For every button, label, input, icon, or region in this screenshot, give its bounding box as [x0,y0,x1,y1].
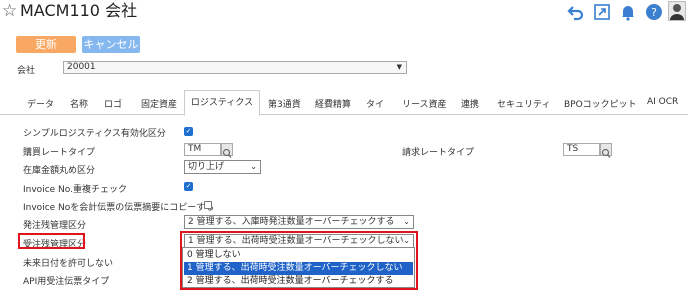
billing-rate-input[interactable]: TS [563,143,600,156]
tab-bpo-cockpit[interactable]: BPOコックピット [564,97,637,110]
api-order-type-label: API用受注伝票タイプ [23,277,110,287]
tab-bar: データ 名称 ロゴ 固定資産 第3通貨 経費精算 タイ リース資産 連携 セキュ… [0,91,688,115]
header: ☆ MACM110 会社 ? [0,0,688,26]
so-balance-label-highlight [18,233,85,249]
bell-icon[interactable] [619,3,637,21]
tab-security[interactable]: セキュリティ [497,97,550,110]
search-icon[interactable] [600,143,612,158]
invoice-dup-checkbox[interactable]: ✓ [184,182,193,191]
simple-logistics-checkbox[interactable]: ✓ [184,127,193,136]
update-button[interactable]: 更新 [16,36,76,53]
tab-thai[interactable]: タイ [366,97,384,110]
cancel-button[interactable]: キャンセル [82,36,140,53]
company-select[interactable]: 20001 ▼ [63,61,407,74]
tab-expense[interactable]: 経費精算 [315,97,351,110]
billing-rate-label: 請求レートタイプ [402,148,475,158]
invoice-copy-checkbox[interactable] [204,201,212,209]
company-value: 20001 [67,62,96,72]
svg-text:?: ? [651,6,657,19]
tab-data[interactable]: データ [27,97,54,110]
page-title: MACM110 会社 [20,1,138,20]
company-label: 会社 [17,66,36,76]
inventory-rounding-select[interactable]: 切り上げ ⌄ [184,160,261,174]
search-icon[interactable] [221,143,233,158]
tab-name[interactable]: 名称 [70,97,88,110]
star-icon[interactable]: ☆ [2,2,17,20]
tab-logo[interactable]: ロゴ [104,97,122,110]
tab-lease-assets[interactable]: リース資産 [402,97,447,110]
export-icon[interactable] [593,3,611,21]
purchase-rate-label: 購買レートタイプ [23,148,96,158]
tab-integration[interactable]: 連携 [461,97,479,110]
help-icon[interactable]: ? [645,3,663,21]
future-date-label: 未来日付を許可しない [23,259,114,269]
inventory-rounding-label: 在庫金額丸め区分 [23,166,96,176]
invoice-copy-label: Invoice Noを会計伝票の伝票摘要にコピーする [23,203,215,213]
po-balance-select[interactable]: 2 管理する、入庫時発注数量オーバーチェックする ⌄ [184,215,414,229]
tab-third-currency[interactable]: 第3通貨 [268,97,301,110]
tab-ai-ocr[interactable]: AI OCR [647,97,678,107]
invoice-dup-label: Invoice No.重複チェック [23,185,127,195]
po-balance-label: 発注残管理区分 [23,221,87,231]
tab-fixed-assets[interactable]: 固定資産 [141,97,177,110]
chevron-down-icon: ▼ [396,63,402,71]
purchase-rate-input[interactable]: TM [184,143,221,156]
chevron-down-icon: ⌄ [403,217,410,226]
so-balance-select-highlight [180,231,418,290]
avatar[interactable] [668,1,686,21]
inventory-rounding-value: 切り上げ [188,162,225,172]
po-balance-value: 2 管理する、入庫時発注数量オーバーチェックする [188,217,395,227]
undo-icon[interactable] [567,3,585,21]
simple-logistics-label: シンプルロジスティクス有効化区分 [23,129,166,139]
chevron-down-icon: ⌄ [250,162,257,171]
tab-logistics[interactable]: ロジスティクス [184,90,260,116]
